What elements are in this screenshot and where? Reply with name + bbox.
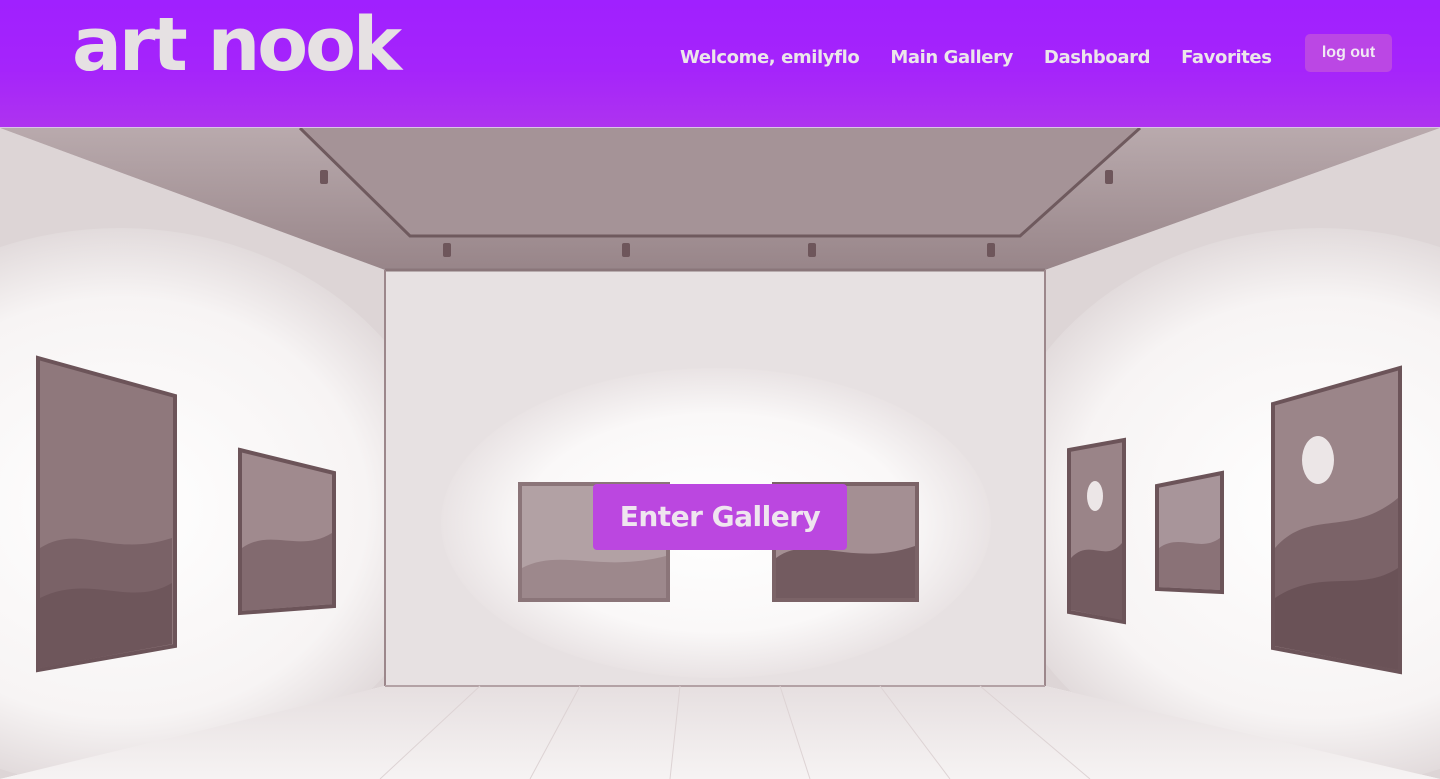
nav-favorites[interactable]: Favorites	[1181, 46, 1272, 70]
painting-right-small-moon	[1067, 437, 1126, 625]
top-header: art nook Welcome, emilyflo Main Gallery …	[0, 0, 1440, 128]
nav-main-gallery[interactable]: Main Gallery	[890, 46, 1013, 70]
painting-left-small	[238, 447, 336, 616]
painting-left-large	[36, 355, 177, 673]
nav-dashboard[interactable]: Dashboard	[1044, 46, 1151, 70]
gallery-room-illustration	[0, 128, 1440, 779]
logout-button[interactable]: log out	[1305, 34, 1392, 72]
enter-gallery-button[interactable]: Enter Gallery	[593, 484, 847, 550]
gallery-hero	[0, 128, 1440, 779]
welcome-user-link[interactable]: Welcome, emilyflo	[680, 46, 860, 70]
painting-right-mini	[1155, 470, 1224, 595]
main-nav: Welcome, emilyflo Main Gallery Dashboard…	[680, 46, 1272, 70]
painting-right-large-moon	[1271, 365, 1402, 675]
app-logo[interactable]: art nook	[72, 8, 402, 82]
